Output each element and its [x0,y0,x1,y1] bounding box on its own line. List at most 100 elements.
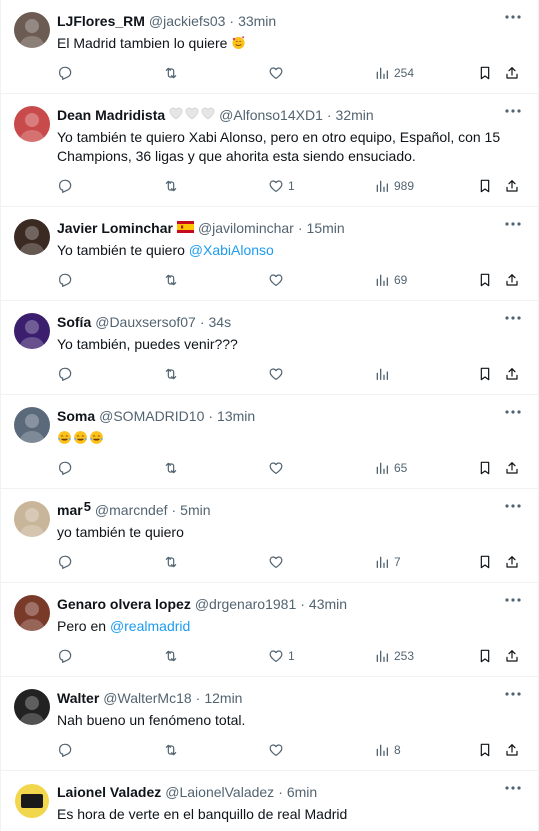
tweet[interactable]: Dean Madridista @Alfonso14XD1 · 32min Yo… [1,94,538,207]
avatar[interactable] [14,595,50,631]
share-button[interactable] [504,553,520,571]
reply-button[interactable] [57,553,73,571]
avatar-ahora-mas-logo[interactable] [14,783,50,819]
like-button[interactable] [268,64,288,82]
tweet[interactable]: Laionel Valadez @LaionelValadez · 6min E… [1,771,538,831]
avatar[interactable] [14,407,50,443]
share-button[interactable] [504,647,520,665]
share-button[interactable] [504,64,520,82]
user-handle[interactable]: @LaionelValadez [165,784,274,800]
bookmark-button[interactable] [477,365,493,383]
timestamp[interactable]: 12min [204,690,242,706]
views-button[interactable]: 8 [374,741,401,759]
share-button[interactable] [504,271,520,289]
reply-button[interactable] [57,365,73,383]
bookmark-button[interactable] [477,177,493,195]
retweet-button[interactable] [163,177,179,195]
mention-link[interactable]: @realmadrid [110,618,190,634]
avatar[interactable] [14,689,50,725]
display-name[interactable]: Dean Madridista [57,107,165,123]
share-button[interactable] [504,741,520,759]
user-handle[interactable]: @WalterMc18 [103,690,191,706]
tweet[interactable]: Javier Lominchar @javilominchar · 15min … [1,207,538,301]
display-name[interactable]: Javier Lominchar [57,220,173,236]
display-name[interactable]: mar [57,502,83,518]
timestamp[interactable]: 34s [209,314,232,330]
bookmark-button[interactable] [477,64,493,82]
reply-button[interactable] [57,271,73,289]
bookmark-button[interactable] [477,459,493,477]
like-button[interactable]: 1 [268,647,295,665]
share-button[interactable] [504,177,520,195]
display-name[interactable]: Sofía [57,314,91,330]
more-icon[interactable] [504,315,522,321]
timestamp[interactable]: 15min [307,220,345,236]
avatar[interactable] [14,501,50,537]
like-button[interactable] [268,459,288,477]
bookmark-button[interactable] [477,647,493,665]
user-handle[interactable]: @marcndef [95,502,168,518]
display-name[interactable]: Genaro olvera lopez [57,596,191,612]
timestamp[interactable]: 5min [180,502,210,518]
user-handle[interactable]: @javilominchar [198,220,294,236]
share-button[interactable] [504,459,520,477]
bookmark-button[interactable] [477,553,493,571]
more-icon[interactable] [504,221,522,227]
user-handle[interactable]: @SOMADRID10 [99,408,204,424]
share-button[interactable] [504,365,520,383]
user-handle[interactable]: @jackiefs03 [149,13,225,29]
more-icon[interactable] [504,503,522,509]
views-button[interactable]: 989 [374,177,414,195]
reply-button[interactable] [57,64,73,82]
display-name[interactable]: LJFlores_RM [57,13,145,29]
tweet[interactable]: mar 5 @marcndef · 5min yo también te qui… [1,489,538,583]
views-button[interactable]: 253 [374,647,414,665]
timestamp[interactable]: 43min [309,596,347,612]
timestamp[interactable]: 33min [238,13,276,29]
retweet-button[interactable] [163,647,179,665]
retweet-button[interactable] [163,271,179,289]
tweet[interactable]: Sofía @Dauxsersof07 · 34s Yo también, pu… [1,301,538,395]
reply-button[interactable] [57,741,73,759]
user-handle[interactable]: @drgenaro1981 [195,596,296,612]
like-button[interactable] [268,741,288,759]
mention-link[interactable]: @XabiAlonso [189,242,274,258]
views-button[interactable]: 69 [374,271,407,289]
bookmark-button[interactable] [477,741,493,759]
retweet-button[interactable] [163,741,179,759]
views-button[interactable] [374,365,394,383]
tweet[interactable]: Walter @WalterMc18 · 12min Nah bueno un … [1,677,538,771]
retweet-button[interactable] [163,365,179,383]
more-icon[interactable] [504,14,522,20]
avatar[interactable] [14,106,50,142]
retweet-button[interactable] [163,459,179,477]
timestamp[interactable]: 13min [217,408,255,424]
display-name[interactable]: Walter [57,690,99,706]
retweet-button[interactable] [163,64,179,82]
avatar[interactable] [14,12,50,48]
avatar[interactable] [14,313,50,349]
display-name[interactable]: Soma [57,408,95,424]
tweet[interactable]: LJFlores_RM @jackiefs03 · 33min El Madri… [1,0,538,94]
tweet[interactable]: Soma @SOMADRID10 · 13min 65 [1,395,538,489]
display-name[interactable]: Laionel Valadez [57,784,161,800]
views-button[interactable]: 7 [374,553,401,571]
avatar[interactable] [14,219,50,255]
bookmark-button[interactable] [477,271,493,289]
like-button[interactable]: 1 [268,177,295,195]
user-handle[interactable]: @Alfonso14XD1 [219,107,323,123]
like-button[interactable] [268,553,288,571]
timestamp[interactable]: 32min [336,107,374,123]
reply-button[interactable] [57,177,73,195]
timestamp[interactable]: 6min [287,784,317,800]
more-icon[interactable] [504,785,522,791]
tweet[interactable]: Genaro olvera lopez @drgenaro1981 · 43mi… [1,583,538,677]
more-icon[interactable] [504,409,522,415]
retweet-button[interactable] [163,553,179,571]
views-button[interactable]: 254 [374,64,414,82]
reply-button[interactable] [57,459,73,477]
more-icon[interactable] [504,597,522,603]
like-button[interactable] [268,365,288,383]
like-button[interactable] [268,271,288,289]
user-handle[interactable]: @Dauxsersof07 [95,314,196,330]
